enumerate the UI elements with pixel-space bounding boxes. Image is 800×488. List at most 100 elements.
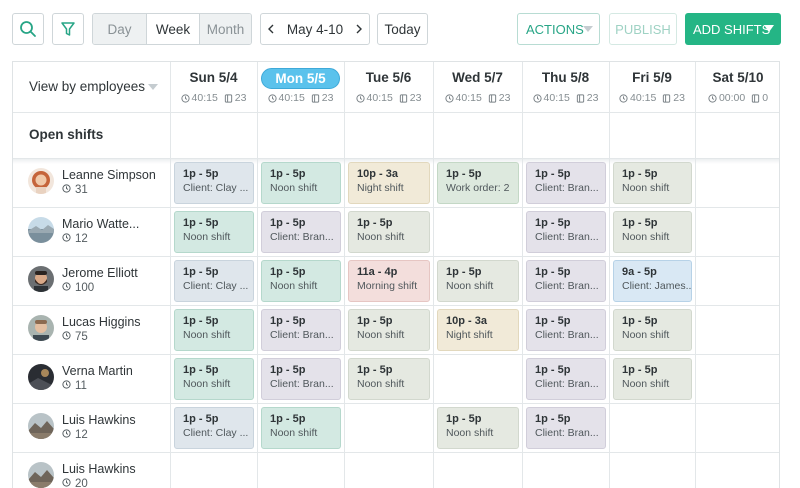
shift-card[interactable]: 1p - 5p Work order: 2 bbox=[437, 162, 519, 204]
employee-row-header[interactable]: Jerome Elliott 100 bbox=[13, 256, 170, 304]
shift-description: Client: Bran... bbox=[535, 182, 599, 194]
employee-row-header[interactable]: Mario Watte... 12 bbox=[13, 207, 170, 255]
employee-hours-value: 20 bbox=[75, 478, 88, 488]
shift-time: 1p - 5p bbox=[622, 315, 658, 327]
shift-card[interactable]: 1p - 5p Noon shift bbox=[437, 407, 519, 449]
view-week-button[interactable]: Week bbox=[146, 14, 199, 44]
shift-card[interactable]: 1p - 5p Noon shift bbox=[348, 358, 430, 400]
day-summary: 40:15 23 bbox=[344, 92, 433, 104]
shift-description: Client: Clay ... bbox=[183, 182, 249, 194]
shift-time: 1p - 5p bbox=[622, 217, 658, 229]
employee-row-header[interactable]: Lucas Higgins 75 bbox=[13, 305, 170, 353]
day-header[interactable]: Thu 5/8 40:15 23 bbox=[522, 62, 609, 112]
shift-card[interactable]: 1p - 5p Client: Bran... bbox=[526, 211, 606, 253]
day-header[interactable]: Mon 5/5 40:15 23 bbox=[257, 62, 344, 112]
shift-time: 1p - 5p bbox=[535, 266, 571, 278]
day-count-value: 23 bbox=[498, 92, 511, 104]
employee-row-header[interactable]: Verna Martin 11 bbox=[13, 354, 170, 402]
shift-card[interactable]: 1p - 5p Client: Clay ... bbox=[174, 260, 254, 302]
clock-icon bbox=[62, 429, 71, 441]
employee-row-header[interactable]: Luis Hawkins 12 bbox=[13, 403, 170, 451]
prev-week-button[interactable] bbox=[261, 14, 281, 44]
shift-time: 1p - 5p bbox=[183, 364, 219, 376]
actions-dropdown[interactable]: ACTIONS bbox=[517, 13, 600, 45]
shift-card[interactable]: 1p - 5p Noon shift bbox=[437, 260, 519, 302]
shift-card[interactable]: 1p - 5p Client: Bran... bbox=[526, 260, 606, 302]
search-icon bbox=[20, 21, 36, 37]
shift-card[interactable]: 1p - 5p Client: Bran... bbox=[526, 162, 606, 204]
shift-description: Morning shift bbox=[357, 280, 418, 292]
day-hours: 40:15 bbox=[180, 92, 218, 104]
chevron-right-icon bbox=[356, 24, 362, 34]
day-summary: 40:15 23 bbox=[522, 92, 609, 104]
shift-description: Noon shift bbox=[270, 427, 318, 439]
day-header[interactable]: Sat 5/10 00:00 0 bbox=[695, 62, 781, 112]
shift-card[interactable]: 1p - 5p Noon shift bbox=[174, 358, 254, 400]
clock-icon bbox=[62, 478, 71, 488]
shift-card[interactable]: 1p - 5p Client: Bran... bbox=[526, 309, 606, 351]
next-week-button[interactable] bbox=[349, 14, 369, 44]
view-month-button[interactable]: Month bbox=[199, 14, 251, 44]
chevron-left-icon bbox=[268, 24, 274, 34]
column-divider bbox=[609, 62, 610, 488]
shift-card[interactable]: 1p - 5p Noon shift bbox=[613, 309, 692, 351]
day-header[interactable]: Fri 5/9 40:15 23 bbox=[609, 62, 695, 112]
shift-card[interactable]: 1p - 5p Noon shift bbox=[174, 211, 254, 253]
employee-row-header[interactable]: Luis Hawkins 20 bbox=[13, 452, 170, 488]
employee-hours-value: 12 bbox=[75, 429, 88, 441]
shift-description: Noon shift bbox=[357, 231, 405, 243]
today-button[interactable]: Today bbox=[377, 13, 428, 45]
shift-card[interactable]: 1p - 5p Noon shift bbox=[261, 260, 341, 302]
publish-button[interactable]: PUBLISH bbox=[609, 13, 677, 45]
shift-card[interactable]: 1p - 5p Client: Bran... bbox=[261, 211, 341, 253]
filter-button[interactable] bbox=[52, 13, 84, 45]
day-shift-count: 23 bbox=[311, 92, 333, 104]
shift-card[interactable]: 1p - 5p Client: Bran... bbox=[526, 407, 606, 449]
shift-card[interactable]: 1p - 5p Noon shift bbox=[348, 309, 430, 351]
shift-time: 1p - 5p bbox=[270, 266, 306, 278]
shift-time: 1p - 5p bbox=[183, 266, 219, 278]
day-summary: 40:15 23 bbox=[170, 92, 257, 104]
shift-card[interactable]: 1p - 5p Client: Clay ... bbox=[174, 162, 254, 204]
shift-time: 1p - 5p bbox=[357, 364, 393, 376]
shift-description: Client: Bran... bbox=[535, 329, 599, 341]
view-day-button[interactable]: Day bbox=[93, 14, 146, 44]
shift-card[interactable]: 1p - 5p Noon shift bbox=[174, 309, 254, 351]
shift-card[interactable]: 10p - 3a Night shift bbox=[437, 309, 519, 351]
employee-hours: 11 bbox=[62, 380, 87, 392]
day-header[interactable]: Sun 5/4 40:15 23 bbox=[170, 62, 257, 112]
avatar bbox=[28, 266, 54, 292]
shift-card[interactable]: 1p - 5p Noon shift bbox=[261, 407, 341, 449]
shift-card[interactable]: 1p - 5p Client: Clay ... bbox=[174, 407, 254, 449]
add-shifts-button[interactable]: ADD SHIFTS bbox=[685, 13, 781, 45]
day-header[interactable]: Tue 5/6 40:15 23 bbox=[344, 62, 433, 112]
day-shift-count: 23 bbox=[662, 92, 685, 104]
shift-card[interactable]: 1p - 5p Client: Bran... bbox=[261, 309, 341, 351]
shift-card[interactable]: 11a - 4p Morning shift bbox=[348, 260, 430, 302]
row-divider bbox=[13, 112, 779, 113]
shift-card[interactable]: 1p - 5p Noon shift bbox=[613, 358, 692, 400]
shift-card[interactable]: 1p - 5p Noon shift bbox=[613, 211, 692, 253]
shift-card[interactable]: 9a - 5p Client: James... bbox=[613, 260, 692, 302]
view-switcher: Day Week Month bbox=[92, 13, 252, 45]
day-hours: 40:15 bbox=[444, 92, 482, 104]
avatar bbox=[28, 217, 54, 243]
shift-time: 1p - 5p bbox=[357, 315, 393, 327]
shift-card[interactable]: 10p - 3a Night shift bbox=[348, 162, 430, 204]
date-range-label[interactable]: May 4-10 bbox=[281, 22, 349, 37]
shift-card[interactable]: 1p - 5p Noon shift bbox=[348, 211, 430, 253]
day-hours: 00:00 bbox=[708, 92, 745, 104]
shift-card[interactable]: 1p - 5p Client: Bran... bbox=[526, 358, 606, 400]
shift-card[interactable]: 1p - 5p Client: Bran... bbox=[261, 358, 341, 400]
shift-card[interactable]: 1p - 5p Noon shift bbox=[261, 162, 341, 204]
shift-time: 1p - 5p bbox=[535, 168, 571, 180]
day-header[interactable]: Wed 5/7 40:15 23 bbox=[433, 62, 522, 112]
employee-row-header[interactable]: Leanne Simpson 31 bbox=[13, 158, 170, 206]
search-button[interactable] bbox=[12, 13, 44, 45]
shift-card[interactable]: 1p - 5p Noon shift bbox=[613, 162, 692, 204]
shift-time: 10p - 3a bbox=[446, 315, 487, 327]
shift-description: Client: Bran... bbox=[535, 378, 599, 390]
clock-icon bbox=[708, 93, 717, 103]
shift-description: Client: Bran... bbox=[535, 427, 599, 439]
day-hours: 40:15 bbox=[355, 92, 393, 104]
